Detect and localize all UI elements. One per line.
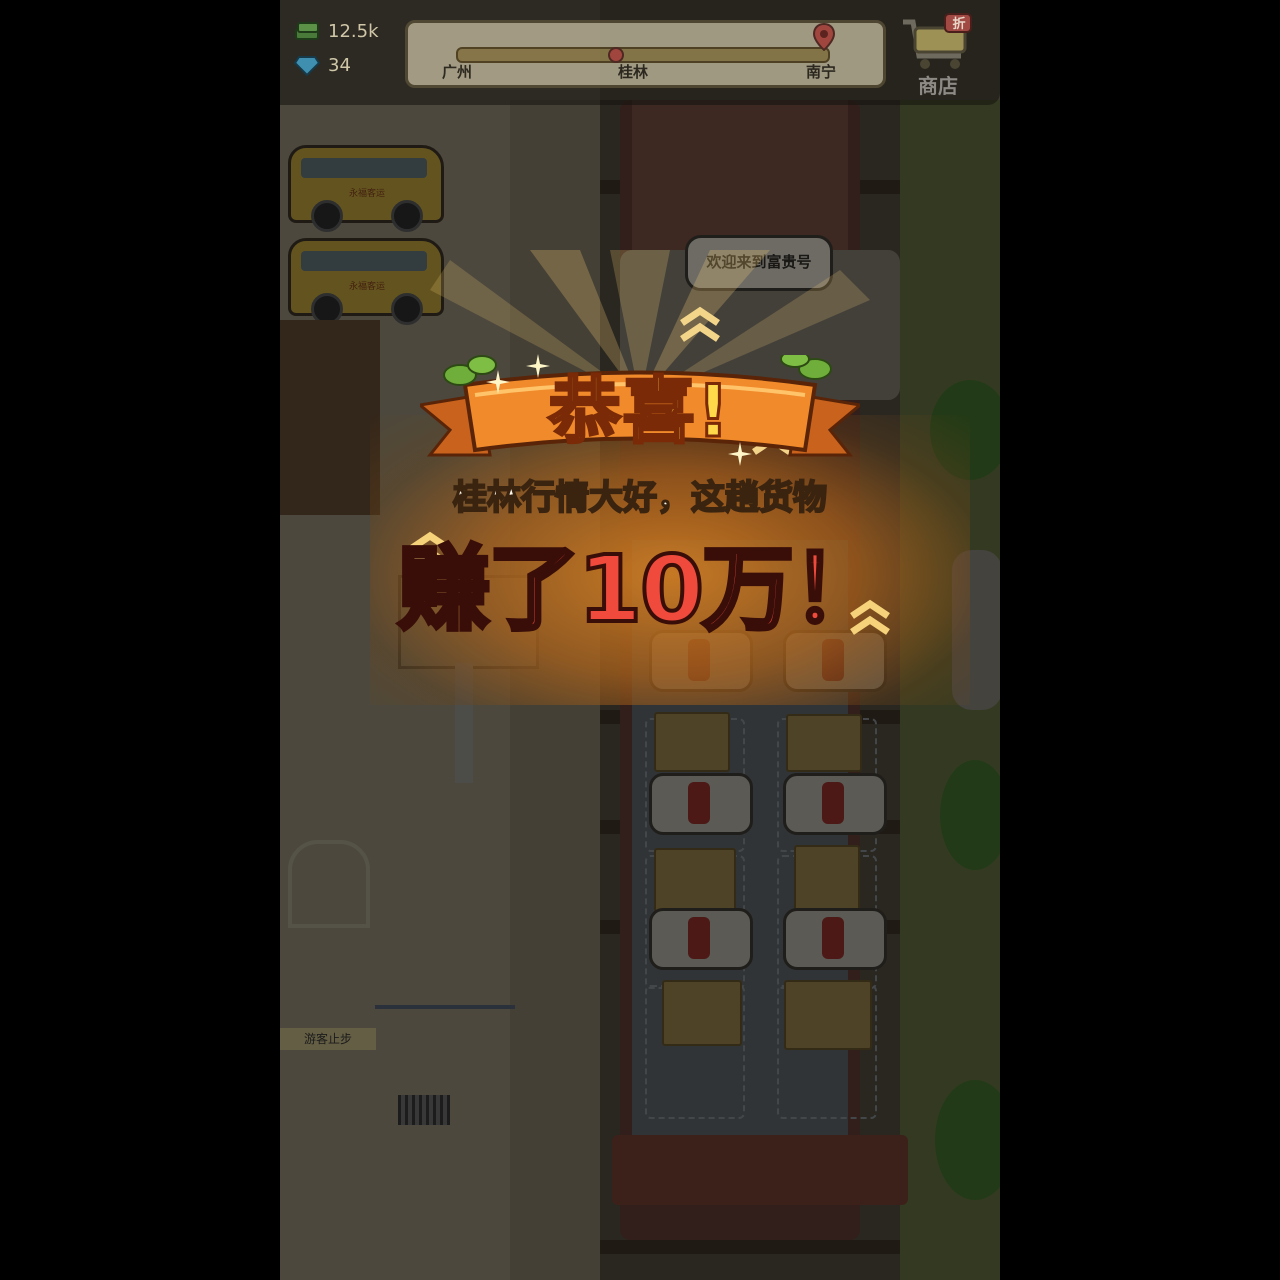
chevron-up-icon [680, 306, 720, 342]
gem-value: 34 [328, 55, 351, 76]
shop-discount-badge: 折 [952, 17, 966, 32]
earnings-amount: 赚了10万！ [396, 534, 886, 645]
diamond-icon [294, 56, 320, 76]
route-city-current: 桂林 [618, 63, 649, 81]
location-pin-icon [813, 23, 835, 51]
reward-message: 桂林行情大好，这趟货物 [452, 477, 828, 519]
shop-button[interactable]: 折 商店 [895, 8, 981, 98]
cash-stack-icon [295, 22, 319, 40]
route-progress-panel[interactable]: 广州 桂林 南宁 [405, 20, 886, 88]
route-city-destination: 南宁 [806, 63, 837, 81]
congrats-title: 恭喜! [547, 368, 732, 455]
cash-value: 12.5k [328, 21, 379, 42]
shop-label: 商店 [918, 74, 958, 98]
game-viewport: 永福客运 永福客运 游客止步 欢迎来到富贵号 12.5k 34 [280, 0, 1000, 1280]
route-city-origin: 广州 [442, 63, 473, 81]
